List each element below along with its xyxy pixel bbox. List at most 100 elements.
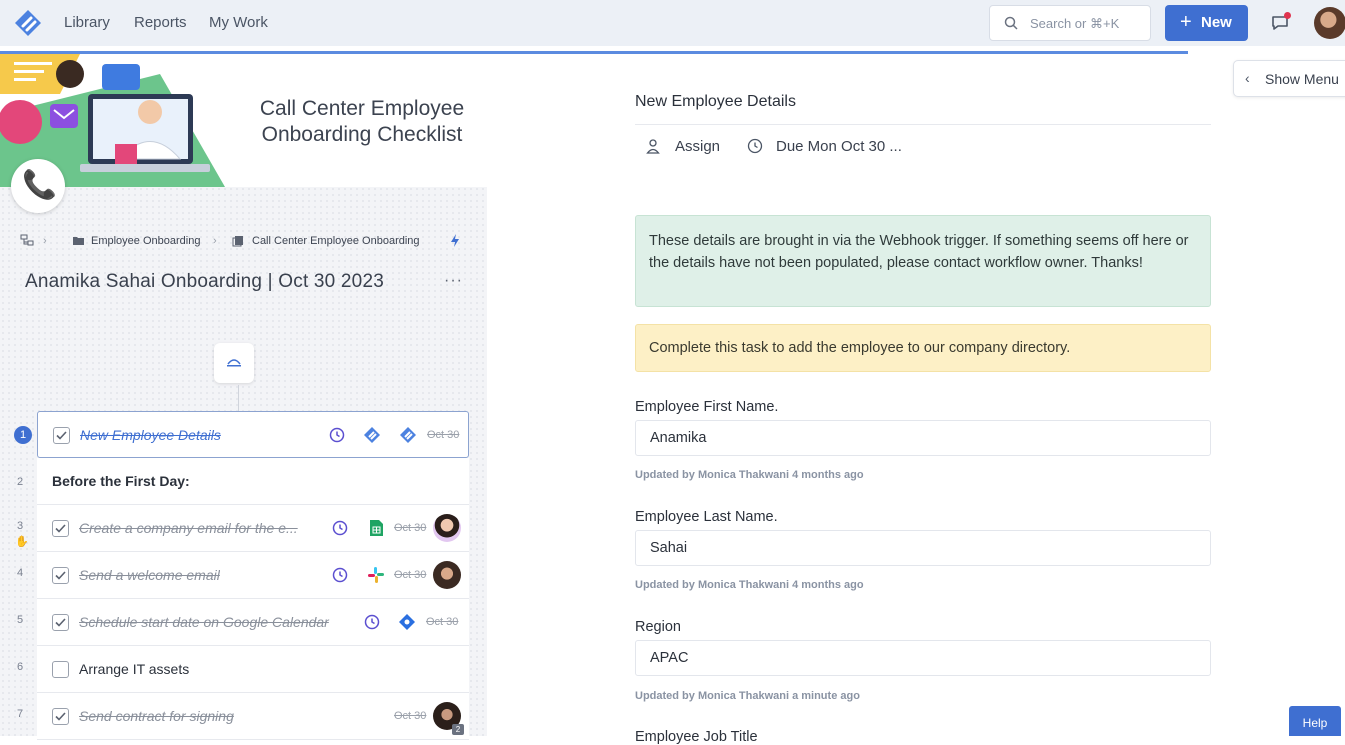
task-number: 6	[16, 661, 24, 673]
assignee-avatar[interactable]	[433, 561, 461, 589]
region-label: Region	[635, 619, 681, 635]
google-calendar-icon	[399, 614, 415, 630]
new-button[interactable]: + New	[1165, 5, 1248, 41]
checklist-panel: Call Center Employee Onboarding Checklis…	[0, 54, 487, 740]
search-placeholder: Search or ⌘+K	[1030, 16, 1120, 31]
first-name-updated-meta: Updated by Monica Thakwani 4 months ago	[635, 469, 864, 481]
task-number: 1	[14, 426, 32, 444]
task-number: 7	[16, 708, 24, 720]
task-row-3[interactable]: 3 ✋ Create a company email for the e... …	[15, 505, 469, 552]
region-updated-meta: Updated by Monica Thakwani a minute ago	[635, 690, 860, 702]
clock-icon[interactable]	[329, 427, 345, 443]
task-row-7[interactable]: 7 Send contract for signing Oct 30 2	[17, 693, 469, 740]
nav-reports[interactable]: Reports	[134, 14, 187, 31]
chevron-right-icon: ›	[43, 235, 47, 247]
region-field[interactable]: APAC	[635, 640, 1211, 676]
show-menu-button[interactable]: ‹ Show Menu	[1233, 60, 1345, 97]
task-number: 5	[16, 614, 24, 626]
search-input[interactable]: Search or ⌘+K	[989, 5, 1151, 41]
plus-icon: +	[1180, 11, 1192, 33]
task-label: Send contract for signing	[79, 708, 234, 724]
task-row-4[interactable]: 4 Send a welcome email Oct 30	[17, 552, 469, 599]
task-due-date: Oct 30	[394, 710, 427, 722]
more-options-button[interactable]: ···	[444, 272, 463, 290]
task-due-date: Oct 30	[394, 569, 427, 581]
task-checkbox[interactable]	[52, 708, 69, 725]
app-logo-icon[interactable]	[14, 9, 42, 37]
app-logo-icon	[400, 427, 416, 443]
task-heading: Before the First Day:	[52, 473, 190, 489]
webhook-info-note: These details are brought in via the Web…	[635, 215, 1211, 307]
task-title: New Employee Details	[635, 93, 796, 110]
task-row-5[interactable]: 5 Schedule start date on Google Calendar…	[17, 599, 469, 646]
clock-icon[interactable]	[332, 567, 348, 583]
task-row-6[interactable]: 6 Arrange IT assets	[17, 646, 469, 693]
last-name-label: Employee Last Name.	[635, 509, 778, 525]
divider	[635, 124, 1211, 125]
task-label: Create a company email for the e...	[79, 520, 298, 536]
task-checkbox[interactable]	[52, 567, 69, 584]
task-label: Schedule start date on Google Calendar	[79, 614, 329, 630]
chevron-left-icon: ‹	[1245, 70, 1250, 86]
new-button-label: New	[1201, 14, 1232, 31]
drag-handle-icon[interactable]: ✋	[15, 535, 29, 548]
first-name-value: Anamika	[650, 430, 707, 446]
task-row-2[interactable]: 2 Before the First Day:	[17, 458, 469, 505]
breadcrumb: › Employee Onboarding › Call Center Empl…	[20, 233, 470, 251]
clock-icon[interactable]	[332, 520, 348, 536]
task-instruction-note: Complete this task to add the employee t…	[635, 324, 1211, 372]
task-checkbox[interactable]	[53, 427, 70, 444]
notification-dot	[1284, 12, 1291, 19]
first-name-label: Employee First Name.	[635, 399, 779, 415]
last-name-field[interactable]: Sahai	[635, 530, 1211, 566]
lightning-icon[interactable]	[449, 233, 461, 248]
check-icon	[56, 431, 67, 440]
task-number: 4	[16, 567, 24, 579]
clock-icon	[747, 138, 763, 154]
task-checkbox[interactable]	[52, 520, 69, 537]
search-icon	[1004, 16, 1018, 30]
checklist-banner: Call Center Employee Onboarding Checklis…	[0, 54, 487, 187]
checklist-icon	[232, 236, 243, 247]
show-menu-label: Show Menu	[1265, 71, 1339, 87]
task-row-1[interactable]: 1 New Employee Details Oct 30	[14, 411, 469, 458]
last-name-updated-meta: Updated by Monica Thakwani 4 months ago	[635, 579, 864, 591]
assignee-avatar[interactable]	[433, 514, 461, 542]
task-checkbox[interactable]	[52, 661, 69, 678]
assign-label: Assign	[675, 138, 721, 155]
connector-line	[238, 385, 239, 411]
chevron-right-icon: ›	[213, 235, 217, 247]
hierarchy-icon[interactable]	[20, 233, 34, 247]
folder-icon	[73, 237, 84, 245]
check-icon	[55, 712, 66, 721]
breadcrumb-workflow[interactable]: Call Center Employee Onboarding	[252, 235, 420, 247]
task-number: 2	[16, 476, 24, 488]
task-label: Send a welcome email	[79, 567, 220, 583]
nav-library[interactable]: Library	[64, 14, 110, 31]
phone-icon: 📞	[11, 159, 65, 213]
banner-title: Call Center Employee Onboarding Checklis…	[259, 97, 465, 146]
job-title-label: Employee Job Title	[635, 729, 758, 745]
user-icon	[646, 139, 660, 154]
task-number: 3	[16, 520, 24, 532]
task-label: New Employee Details	[80, 427, 221, 443]
app-logo-icon	[364, 427, 380, 443]
webhook-trigger-node[interactable]	[214, 343, 254, 383]
breadcrumb-folder[interactable]: Employee Onboarding	[91, 235, 200, 247]
help-button[interactable]: Help	[1289, 706, 1341, 736]
task-due-date: Oct 30	[426, 616, 459, 628]
user-avatar[interactable]	[1314, 7, 1345, 39]
check-icon	[55, 618, 66, 627]
google-sheets-icon	[370, 520, 383, 536]
slack-icon	[368, 567, 384, 583]
first-name-field[interactable]: Anamika	[635, 420, 1211, 456]
task-due-date: Oct 30	[427, 429, 460, 441]
check-icon	[55, 524, 66, 533]
clock-icon[interactable]	[364, 614, 380, 630]
nav-my-work[interactable]: My Work	[209, 14, 268, 31]
webhook-icon	[227, 359, 241, 367]
task-label: Arrange IT assets	[79, 661, 190, 677]
due-date-label: Due Mon Oct 30 ...	[776, 138, 902, 155]
task-due-date: Oct 30	[394, 522, 427, 534]
task-checkbox[interactable]	[52, 614, 69, 631]
